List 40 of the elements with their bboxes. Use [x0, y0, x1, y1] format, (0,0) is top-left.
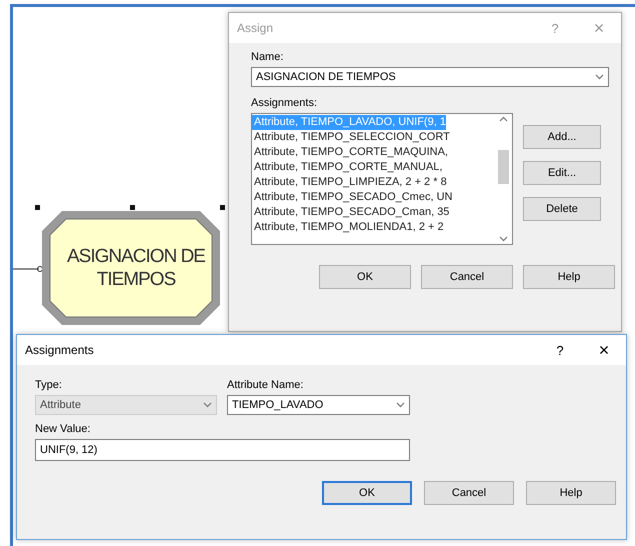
list-item[interactable]: Attribute, TIEMPO_SECADO_Cmec, UN	[252, 190, 452, 205]
scroll-down-icon[interactable]	[499, 236, 508, 242]
list-action-button[interactable]: Delete	[523, 197, 601, 221]
module-label: ASIGNACION DE TIEMPOS	[66, 245, 206, 291]
connector-line	[13, 265, 43, 273]
list-item[interactable]: Attribute, TIEMPO_CORTE_MAQUINA,	[252, 145, 448, 160]
field-label: Assignments:	[251, 97, 318, 109]
selection-handle[interactable]	[220, 205, 225, 210]
list-item[interactable]: Attribute, TIEMPO_LIMPIEZA, 2 + 2 * 8	[252, 175, 447, 190]
field-label: Type:	[35, 379, 63, 391]
selection-handle[interactable]	[130, 205, 135, 210]
scroll-up-icon[interactable]	[499, 116, 508, 122]
list-item[interactable]: Attribute, TIEMPO_SELECCION_CORT	[252, 130, 450, 145]
field-label: New Value:	[35, 423, 92, 435]
dialog-button[interactable]: Help	[526, 481, 616, 505]
dialog-button[interactable]: Cancel	[424, 481, 514, 505]
list-action-button[interactable]: Edit...	[523, 161, 601, 185]
field-label: Name:	[251, 51, 284, 63]
attribute-name-dropdown[interactable]: TIEMPO_LAVADO	[227, 395, 410, 415]
close-icon[interactable]: ×	[582, 340, 626, 360]
new-value-field[interactable]: UNIF(9, 12)	[35, 439, 410, 461]
scrollbar-thumb[interactable]	[498, 150, 509, 184]
dialog-button[interactable]: OK	[319, 265, 411, 289]
list-action-button[interactable]: Add...	[523, 125, 601, 149]
list-item[interactable]: Attribute, TIEMPO_SECADO_Cman, 35	[252, 205, 450, 220]
list-item[interactable]: Attribute, TIEMPO_MOLIENDA1, 2 + 2	[252, 220, 444, 235]
selection-handle[interactable]	[35, 205, 40, 210]
module-shape[interactable]	[40, 209, 222, 327]
name-dropdown[interactable]: ASIGNACION DE TIEMPOS	[251, 67, 609, 87]
dialog-button[interactable]: Cancel	[421, 265, 513, 289]
chevron-down-icon[interactable]	[396, 402, 405, 408]
list-item[interactable]: Attribute, TIEMPO_CORTE_MANUAL,	[252, 160, 442, 175]
window-title: Assign	[237, 21, 274, 35]
help-icon[interactable]: ?	[538, 342, 582, 358]
field-label: Attribute Name:	[227, 379, 304, 391]
dialog-button[interactable]: OK	[322, 481, 412, 505]
window-title: Assignments	[25, 343, 95, 357]
chevron-down-icon[interactable]	[595, 74, 604, 80]
dialog-button[interactable]: Help	[523, 265, 615, 289]
assignments-list[interactable]	[251, 113, 513, 245]
